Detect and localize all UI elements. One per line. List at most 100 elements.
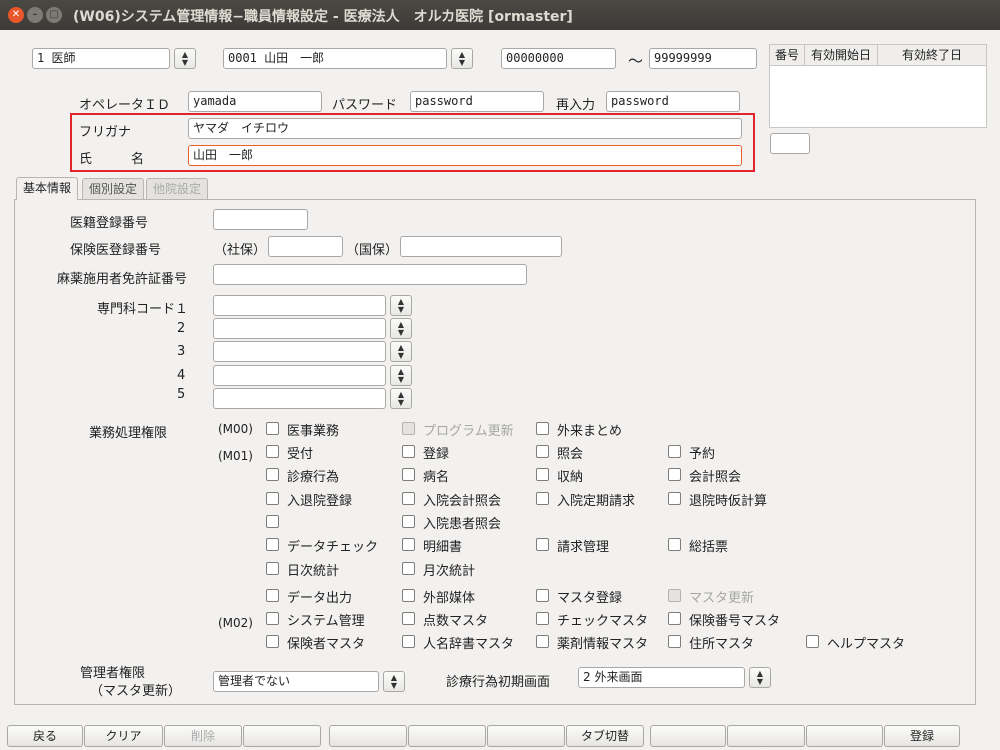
maximize-icon[interactable]: □ — [46, 7, 62, 23]
permission-checkbox[interactable] — [668, 538, 681, 551]
permission-checkbox[interactable] — [536, 445, 549, 458]
permission-checkbox[interactable] — [266, 445, 279, 458]
specialty-5-input[interactable] — [213, 388, 386, 409]
staff-spin-icon[interactable]: ▲ ▼ — [451, 48, 473, 69]
specialty-2-spin-icon[interactable]: ▲ ▼ — [390, 318, 412, 339]
staff-combo[interactable]: 0001 山田 一郎 — [223, 48, 447, 69]
close-icon[interactable]: ✕ — [8, 7, 24, 23]
permission-checkbox[interactable] — [668, 492, 681, 505]
password-input[interactable]: password — [410, 91, 544, 112]
specialty-3-spin-icon[interactable]: ▲ ▼ — [390, 341, 412, 362]
permission-checkbox[interactable] — [536, 492, 549, 505]
tab-individual-settings[interactable]: 個別設定 — [82, 178, 145, 200]
footer-button-11[interactable] — [806, 725, 883, 747]
minimize-icon[interactable]: – — [27, 7, 43, 23]
permission-checkbox[interactable] — [806, 635, 819, 648]
permission-checkbox[interactable] — [266, 422, 279, 435]
narcotic-input[interactable] — [213, 264, 527, 285]
permission-checkbox[interactable] — [668, 468, 681, 481]
admin-combo[interactable]: 管理者でない — [213, 671, 379, 692]
permission-label: データ出力 — [287, 591, 353, 606]
footer-button-12[interactable]: 登録 — [884, 725, 960, 747]
permission-checkbox[interactable] — [266, 612, 279, 625]
permission-label: 入退院登録 — [287, 494, 353, 509]
insurance-reg-label: 保険医登録番号 — [70, 243, 162, 258]
permission-checkbox[interactable] — [266, 635, 279, 648]
tab-basic-info[interactable]: 基本情報 — [16, 177, 79, 200]
footer-button-1[interactable]: 戻る — [7, 725, 83, 747]
permission-checkbox[interactable] — [402, 635, 415, 648]
permission-checkbox[interactable] — [536, 538, 549, 551]
permission-checkbox[interactable] — [668, 612, 681, 625]
validity-table[interactable]: 番号 有効開始日 有効終了日 — [769, 44, 987, 128]
permission-label: 総括票 — [689, 540, 729, 555]
footer-button-4[interactable] — [243, 725, 321, 747]
permission-checkbox[interactable] — [402, 492, 415, 505]
range-from-input[interactable]: 00000000 — [501, 48, 616, 69]
job-type-combo[interactable]: 1 医師 — [32, 48, 170, 69]
permission-checkbox[interactable] — [402, 538, 415, 551]
permission-checkbox[interactable] — [266, 538, 279, 551]
range-to-input[interactable]: 99999999 — [649, 48, 757, 69]
specialty-3-input[interactable] — [213, 341, 386, 362]
specialty-5-spin-icon[interactable]: ▲ ▼ — [390, 388, 412, 409]
footer-button-10[interactable] — [727, 725, 805, 747]
reenter-input[interactable]: password — [606, 91, 740, 112]
group-m02-label: (M02) — [218, 616, 253, 630]
permission-checkbox[interactable] — [536, 635, 549, 648]
footer-button-2[interactable]: クリア — [84, 725, 163, 747]
table-header-no: 番号 — [770, 45, 805, 66]
specialty-1-spin-icon[interactable]: ▲ ▼ — [390, 295, 412, 316]
permission-label: 保険者マスタ — [287, 637, 366, 652]
specialty-4-input[interactable] — [213, 365, 386, 386]
permission-label: 外来まとめ — [557, 424, 623, 439]
kana-input[interactable]: ヤマダ イチロウ — [188, 118, 742, 139]
footer-button-6[interactable] — [408, 725, 486, 747]
footer-button-8[interactable]: タブ切替 — [566, 725, 644, 747]
footer-button-5[interactable] — [329, 725, 407, 747]
initial-screen-label: 診療行為初期画面 — [446, 675, 551, 690]
auth-label: 業務処理権限 — [89, 426, 168, 441]
admin-spin-icon[interactable]: ▲ ▼ — [383, 671, 405, 692]
permission-checkbox[interactable] — [536, 589, 549, 602]
footer-button-9[interactable] — [650, 725, 726, 747]
permission-checkbox[interactable] — [266, 492, 279, 505]
permission-checkbox[interactable] — [266, 589, 279, 602]
permission-checkbox[interactable] — [668, 445, 681, 458]
window-title: (W06)システム管理情報−職員情報設定 - 医療法人 オルカ医院 [ormas… — [73, 9, 573, 25]
permission-checkbox[interactable] — [402, 515, 415, 528]
permission-label: 入院会計照会 — [423, 494, 502, 509]
permission-checkbox[interactable] — [402, 468, 415, 481]
specialty-4-spin-icon[interactable]: ▲ ▼ — [390, 365, 412, 386]
specialty-1-input[interactable] — [213, 295, 386, 316]
kokuho-input[interactable] — [400, 236, 562, 257]
kokuho-label: （国保） — [346, 243, 399, 258]
permission-label: 人名辞書マスタ — [423, 637, 515, 652]
permission-checkbox[interactable] — [266, 468, 279, 481]
permission-checkbox[interactable] — [536, 422, 549, 435]
specialty-2-input[interactable] — [213, 318, 386, 339]
permission-label: 明細書 — [423, 540, 463, 555]
permission-checkbox[interactable] — [266, 515, 279, 528]
permission-checkbox[interactable] — [536, 612, 549, 625]
permission-checkbox[interactable] — [668, 635, 681, 648]
shaho-input[interactable] — [268, 236, 343, 257]
permission-checkbox[interactable] — [402, 445, 415, 458]
operator-id-input[interactable]: yamada — [188, 91, 322, 112]
initial-screen-combo[interactable]: 2 外来画面 — [578, 667, 745, 688]
permission-checkbox[interactable] — [536, 468, 549, 481]
job-type-spin-icon[interactable]: ▲ ▼ — [174, 48, 196, 69]
group-m00-label: (M00) — [218, 422, 253, 436]
name-input[interactable]: 山田 一郎 — [188, 145, 742, 166]
permission-label: 保険番号マスタ — [689, 614, 781, 629]
table-number-input[interactable] — [770, 133, 810, 154]
footer-button-7[interactable] — [487, 725, 565, 747]
permission-checkbox[interactable] — [266, 562, 279, 575]
medical-reg-input[interactable] — [213, 209, 308, 230]
permission-checkbox[interactable] — [402, 612, 415, 625]
kana-label: フリガナ — [79, 125, 132, 140]
permission-checkbox[interactable] — [402, 562, 415, 575]
initial-screen-spin-icon[interactable]: ▲ ▼ — [749, 667, 771, 688]
permission-checkbox[interactable] — [402, 589, 415, 602]
permission-label: マスタ登録 — [557, 591, 623, 606]
